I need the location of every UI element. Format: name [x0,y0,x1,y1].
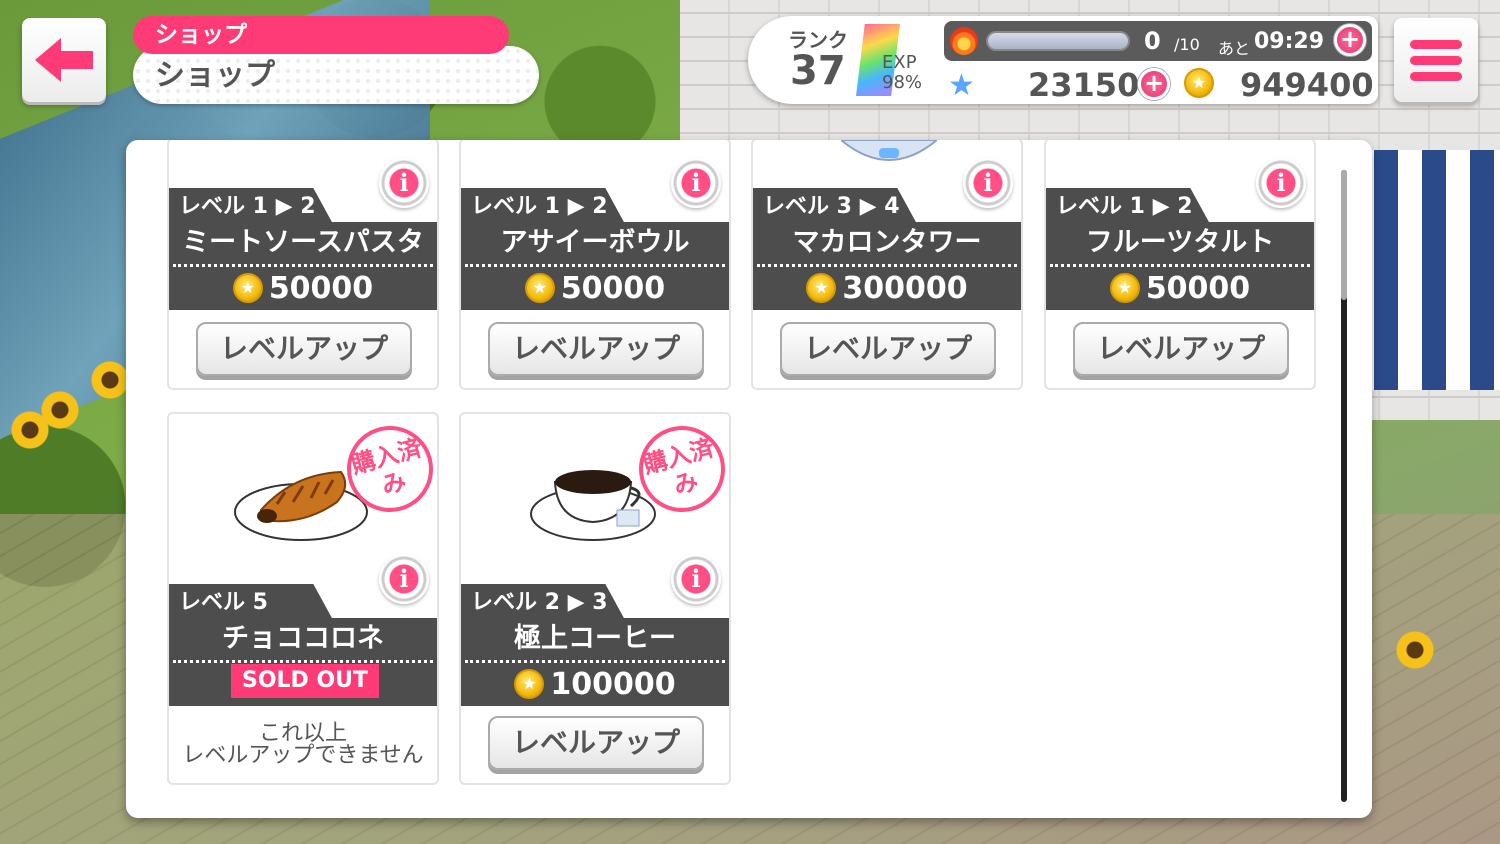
coin-icon: ★ [232,273,263,303]
item-name-band: アサイーボウル ★ 50000 [461,222,729,310]
item-price: 50000 [1145,270,1251,306]
sunflower-decoration [90,360,130,400]
sunflower-decoration [40,390,80,430]
stamina-max: /10 [1174,35,1200,54]
fire-icon [950,27,978,55]
back-button[interactable] [22,18,106,102]
coin-icon: ★ [1109,273,1140,303]
price-row: ★ 50000 [169,268,437,308]
coin-icon: ★ [514,669,545,699]
price-row: ★ 50000 [461,268,729,308]
level-up-button[interactable]: レベルアップ [780,322,996,376]
item-name: ミートソースパスタ [182,227,424,258]
item-level: レベル 1 ▶ 2 [1046,188,1210,224]
menu-line-icon [1410,72,1462,81]
sold-out-badge: SOLD OUT [231,664,379,698]
item-level: レベル 5 [169,584,333,620]
exp-label: EXP [882,52,917,73]
dotted-divider [465,264,725,267]
sunflower-decoration [1395,630,1435,670]
stamina-timer-label: あと [1218,39,1251,58]
shop-item-card: i レベル 1 ▶ 2 ミートソースパスタ ★ 50000 レベルアップ [167,140,439,390]
item-price: 50000 [268,270,374,306]
back-arrow-icon [35,38,93,82]
coin-count: 949400 [1240,66,1374,104]
page-title: ショップ [133,46,539,104]
exp-percent: 98% [882,72,923,93]
item-level: レベル 2 ▶ 3 [461,584,625,620]
item-price: 100000 [550,666,676,702]
shop-item-card: i レベル 3 ▶ 4 マカロンタワー ★ 300000 レベルアップ [751,140,1023,390]
item-level: レベル 1 ▶ 2 [461,188,625,224]
stamina-timer: 09:29 [1254,29,1325,54]
player-status-panel: ランク 37 EXP 98% 0 /10 あと 09:29 + ★ 23150 … [748,16,1378,104]
stamina-box: 0 /10 あと 09:29 + [944,21,1372,61]
coin-icon: ★ [806,273,837,303]
item-name-band: マカロンタワー ★ 300000 [753,222,1021,310]
info-icon[interactable]: i [671,554,721,604]
hamburger-menu-button[interactable] [1394,18,1478,102]
shop-item-card: 購入済み i レベル 5 チョココロネ SOLD OUT これ以上 レベルアップ… [167,412,439,785]
info-icon[interactable]: i [379,554,429,604]
item-name: チョココロネ [222,623,384,654]
star-gem-count: 23150 [1028,66,1140,104]
item-price: 50000 [560,270,666,306]
coin-icon: ★ [1184,68,1214,98]
price-row: ★ 100000 [461,664,729,704]
info-icon[interactable]: i [963,158,1013,208]
item-name: フルーツタルト [1085,227,1275,258]
max-level-note: レベルアップできません [182,743,424,768]
item-name: 極上コーヒー [514,623,676,654]
level-up-button[interactable]: レベルアップ [488,716,704,770]
item-name: アサイーボウル [500,227,690,258]
item-price: 300000 [842,270,968,306]
item-name-band: ミートソースパスタ ★ 50000 [169,222,437,310]
item-name-band: チョココロネ SOLD OUT [169,618,437,706]
info-icon[interactable]: i [1256,158,1306,208]
shop-item-card: i レベル 1 ▶ 2 アサイーボウル ★ 50000 レベルアップ [459,140,731,390]
stamina-current: 0 [1144,27,1161,55]
coin-icon: ★ [524,273,555,303]
scrollbar-thumb[interactable] [1341,170,1347,300]
menu-line-icon [1410,40,1462,49]
price-row: ★ 300000 [753,268,1021,308]
shop-item-card: 購入済み i レベル 2 ▶ 3 極上コーヒー ★ 100000 レベルアップ [459,412,731,785]
menu-line-icon [1410,56,1462,65]
item-level: レベル 1 ▶ 2 [169,188,333,224]
dotted-divider [465,660,725,663]
price-row: ★ 50000 [1046,268,1314,308]
rank-value: 37 [790,48,846,94]
level-up-button[interactable]: レベルアップ [488,322,704,376]
dotted-divider [1050,264,1310,267]
shop-item-card: i レベル 1 ▶ 2 フルーツタルト ★ 50000 レベルアップ [1044,140,1316,390]
item-level: レベル 3 ▶ 4 [753,188,917,224]
add-stamina-button[interactable]: + [1334,24,1366,56]
background-awning [1350,150,1500,390]
page-header: ショップ ショップ [133,16,539,104]
dotted-divider [173,264,433,267]
dotted-divider [173,660,433,663]
level-up-button[interactable]: レベルアップ [1073,322,1289,376]
shop-panel: i レベル 1 ▶ 2 ミートソースパスタ ★ 50000 レベルアップ i レ… [126,140,1372,818]
item-name-band: フルーツタルト ★ 50000 [1046,222,1314,310]
item-name: マカロンタワー [792,227,982,258]
macaron-tower-image [841,140,937,161]
stamina-bar [986,31,1130,51]
dotted-divider [757,264,1017,267]
item-name-band: 極上コーヒー ★ 100000 [461,618,729,706]
add-star-gems-button[interactable]: + [1138,68,1170,100]
info-icon[interactable]: i [671,158,721,208]
category-tag: ショップ [133,16,509,54]
level-up-button[interactable]: レベルアップ [196,322,412,376]
star-icon: ★ [948,68,975,103]
info-icon[interactable]: i [379,158,429,208]
